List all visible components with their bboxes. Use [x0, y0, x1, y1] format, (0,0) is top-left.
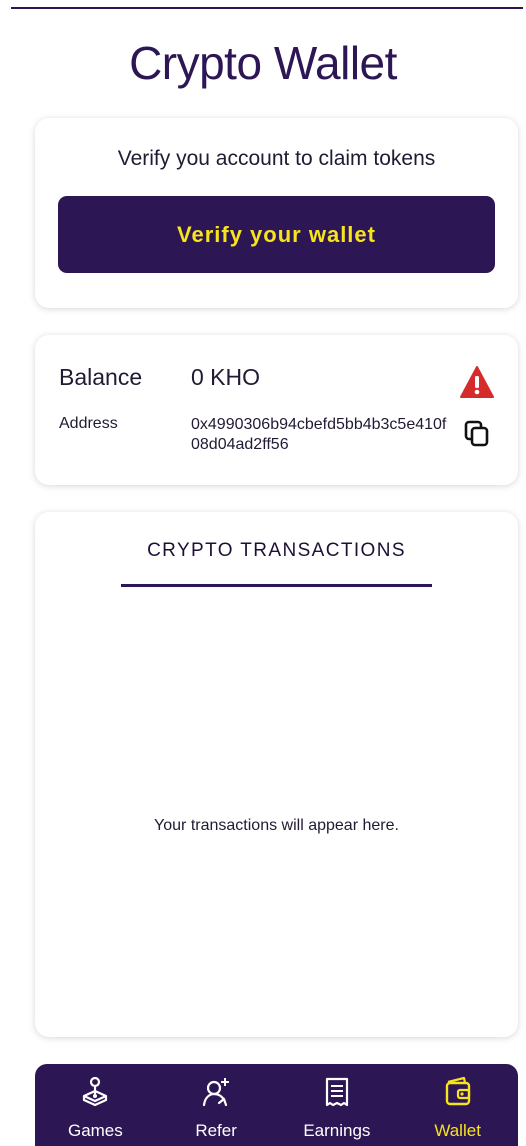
nav-label-games: Games: [67, 1121, 123, 1140]
nav-label-earnings: Earnings: [303, 1121, 371, 1140]
refer-user-icon: [203, 1078, 230, 1107]
transactions-empty-message: Your transactions will appear here.: [154, 817, 399, 834]
nav-label-wallet: Wallet: [434, 1121, 481, 1140]
wallet-icon: [445, 1076, 470, 1106]
transactions-card: CRYPTO TRANSACTIONS Your transactions wi…: [35, 512, 518, 1037]
joystick-icon: [83, 1076, 108, 1107]
warning-icon[interactable]: [459, 365, 495, 399]
nav-item-earnings[interactable]: Earnings: [277, 1064, 398, 1146]
nav-item-refer[interactable]: Refer: [156, 1064, 277, 1146]
verify-message: Verify you account to claim tokens: [117, 147, 436, 170]
nav-item-wallet[interactable]: Wallet: [397, 1064, 518, 1146]
transactions-underline: [121, 584, 432, 587]
balance-card: Balance 0 KHO Address 0x4990306b94cbefd5…: [35, 335, 518, 485]
copy-icon[interactable]: [463, 419, 491, 447]
balance-value: 0 KHO: [191, 364, 261, 390]
top-divider: [11, 7, 523, 9]
balance-label: Balance: [59, 364, 143, 390]
transactions-title: CRYPTO TRANSACTIONS: [147, 540, 406, 561]
verify-card: Verify you account to claim tokens Verif…: [35, 118, 518, 308]
bottom-nav: Games Refer Earnings Wallet: [35, 1064, 518, 1146]
address-value: 0x4990306b94cbefd5bb4b3c5e410f08d04ad2ff…: [191, 416, 447, 453]
receipt-icon: [325, 1077, 348, 1107]
page-title: Crypto Wallet: [129, 37, 397, 89]
nav-label-refer: Refer: [195, 1121, 237, 1140]
verify-wallet-button[interactable]: Verify your wallet: [58, 196, 495, 273]
nav-item-games[interactable]: Games: [35, 1064, 156, 1146]
address-label: Address: [59, 415, 118, 432]
